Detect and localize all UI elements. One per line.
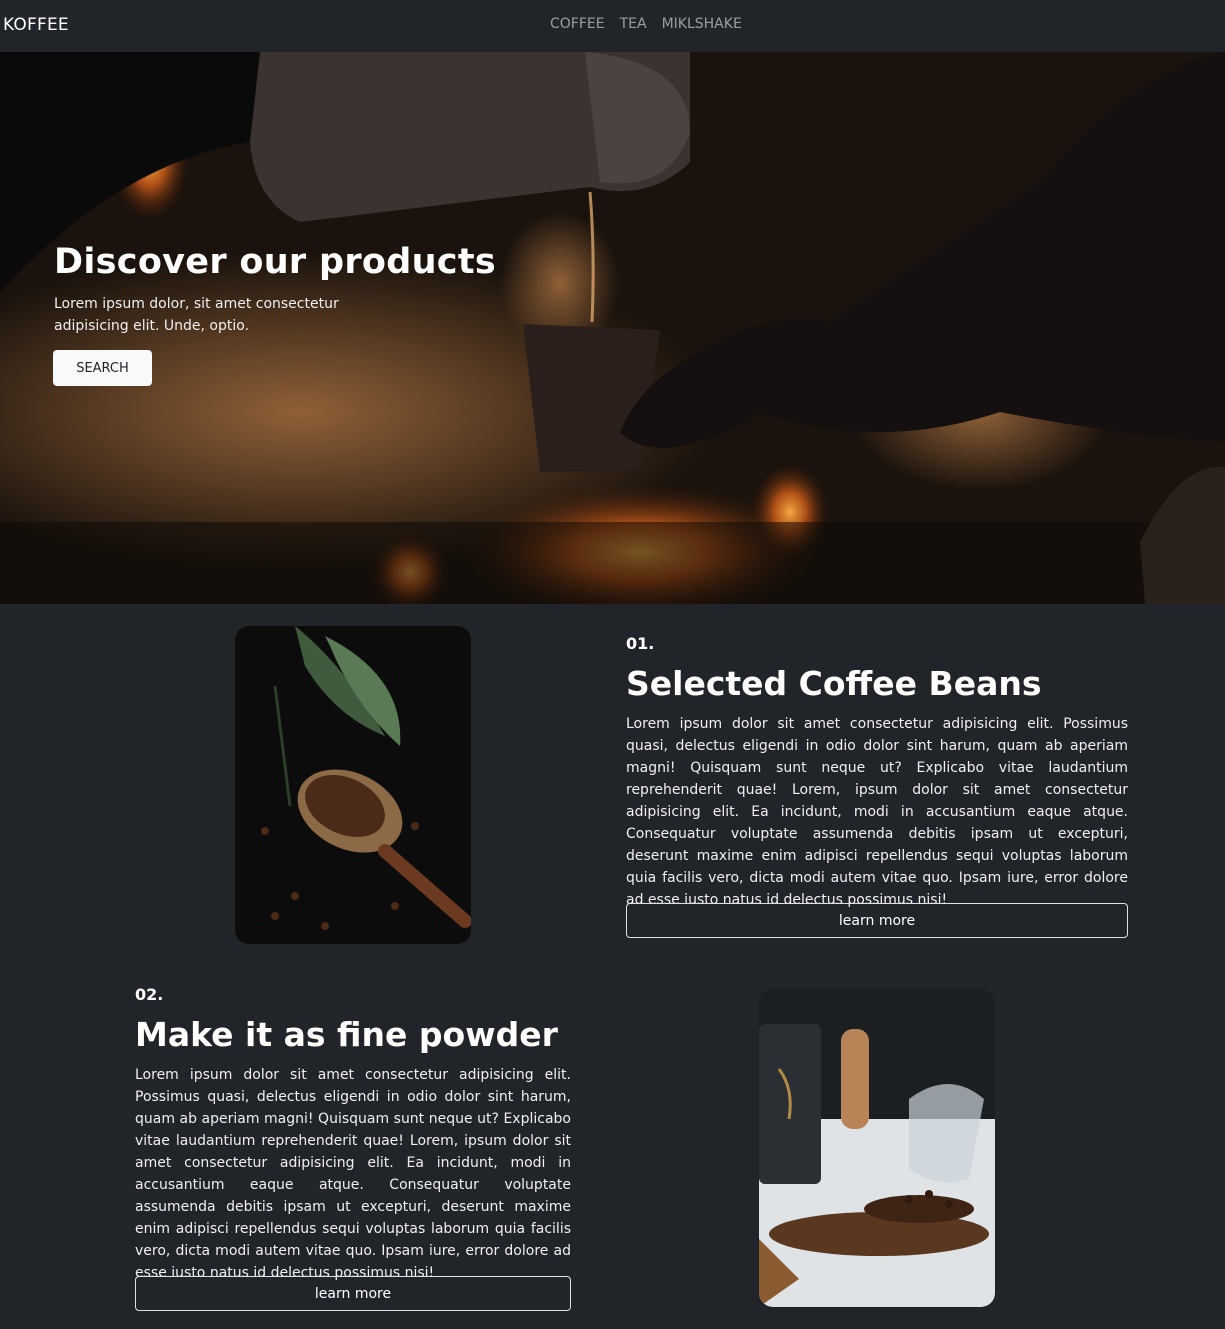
feature-1-title: Selected Coffee Beans xyxy=(626,664,1042,703)
feature-2-number: 02. xyxy=(135,985,164,1004)
feature-2-body: Lorem ipsum dolor sit amet consectetur a… xyxy=(135,1067,571,1281)
nav-link-tea[interactable]: TEA xyxy=(620,16,647,32)
hero-title: Discover our products xyxy=(54,242,497,282)
learn-more-button-1[interactable]: learn more xyxy=(626,903,1128,938)
coffee-beans-image xyxy=(235,626,471,944)
brand-logo[interactable]: KOFFEE xyxy=(3,15,69,35)
hero-section: Discover our products Lorem ipsum dolor,… xyxy=(0,52,1225,604)
nav-link-coffee[interactable]: COFFEE xyxy=(550,16,605,32)
nav-links: COFFEE TEA MIKLSHAKE xyxy=(550,16,742,32)
search-button[interactable]: SEARCH xyxy=(53,350,152,386)
hero-text: Lorem ipsum dolor, sit amet consectetur … xyxy=(54,296,339,334)
feature-1-number: 01. xyxy=(626,634,655,653)
feature-1-body: Lorem ipsum dolor sit amet consectetur a… xyxy=(626,716,1128,908)
nav-link-milkshake[interactable]: MIKLSHAKE xyxy=(662,16,742,32)
coffee-powder-image xyxy=(759,989,995,1307)
navbar: KOFFEE COFFEE TEA MIKLSHAKE xyxy=(0,0,1225,52)
feature-2-title: Make it as fine powder xyxy=(135,1015,558,1054)
learn-more-button-2[interactable]: learn more xyxy=(135,1276,571,1311)
